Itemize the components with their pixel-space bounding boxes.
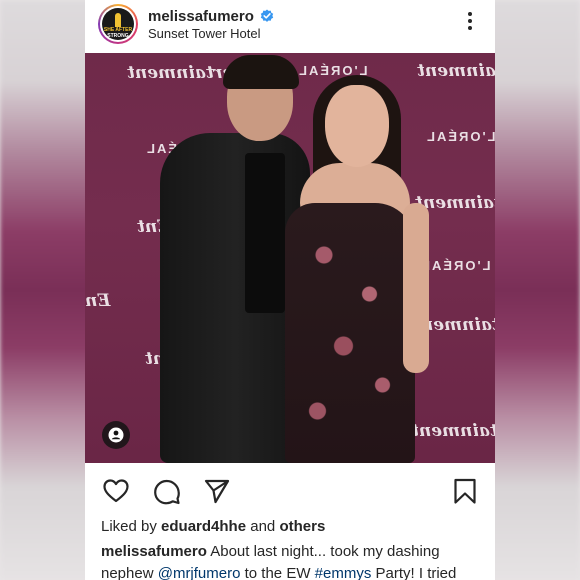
- like-button[interactable]: [102, 477, 130, 505]
- comment-icon: [154, 479, 180, 505]
- send-icon: [204, 479, 230, 504]
- avatar-text-bottom: STRONG: [107, 33, 129, 39]
- post-header: SHE AFTER STRONG melissafumero Sunset To…: [85, 0, 495, 53]
- post-username[interactable]: melissafumero: [148, 8, 254, 25]
- heart-icon: [103, 479, 129, 503]
- liked-by-others[interactable]: others: [279, 518, 325, 535]
- post-actions: [85, 463, 495, 515]
- post-photo[interactable]: Entertainment L'ORÉAL L'ORÉAL Entertainm…: [85, 53, 495, 463]
- avatar-image: SHE AFTER STRONG: [102, 8, 134, 40]
- avatar-figure: [115, 13, 121, 27]
- verified-badge-icon: [260, 9, 274, 22]
- instagram-post-card: SHE AFTER STRONG melissafumero Sunset To…: [85, 0, 495, 580]
- caption-hashtag[interactable]: #emmys: [315, 565, 372, 580]
- caption-author[interactable]: melissafumero: [101, 543, 207, 560]
- post-caption: melissafumero About last night... took m…: [101, 543, 457, 580]
- person-woman-arm: [403, 203, 429, 373]
- caption-mention[interactable]: @mrjfumero: [158, 565, 241, 580]
- wall-text: L'ORÉAL: [425, 129, 495, 144]
- person-woman-face: [325, 85, 389, 167]
- more-options-icon[interactable]: [465, 12, 475, 36]
- user-tag-button[interactable]: [102, 421, 130, 449]
- share-button[interactable]: [203, 477, 231, 505]
- avatar[interactable]: SHE AFTER STRONG: [98, 4, 138, 44]
- bookmark-icon: [454, 478, 476, 504]
- wall-text: L'ORÉAL: [420, 258, 491, 273]
- wall-text: En: [85, 291, 111, 311]
- save-button[interactable]: [451, 477, 479, 505]
- person-man-hair: [223, 55, 299, 89]
- post-location[interactable]: Sunset Tower Hotel: [148, 26, 261, 41]
- wall-text: Entertainment: [417, 61, 495, 81]
- wall-text: Entertainment: [411, 421, 495, 441]
- person-man-shirt: [245, 153, 285, 313]
- user-tag-icon: [108, 427, 124, 443]
- liked-by-user[interactable]: eduard4hhe: [161, 518, 246, 535]
- comment-button[interactable]: [153, 477, 181, 505]
- likes-summary: Liked by eduard4hhe and others: [101, 518, 326, 535]
- person-woman-dress: [285, 203, 415, 463]
